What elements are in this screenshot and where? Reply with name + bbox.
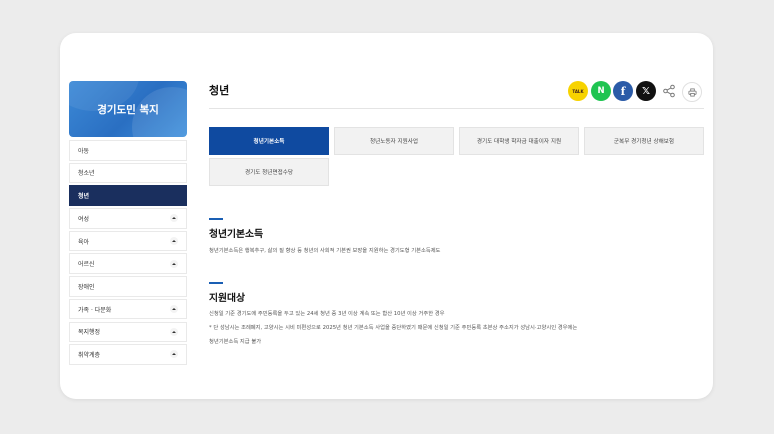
tab-military-insurance[interactable]: 군복무 경기청년 상해보험 [584, 127, 704, 155]
print-icon[interactable] [682, 82, 702, 102]
tab-youth-basic-income[interactable]: 청년기본소득 [209, 127, 329, 155]
section-text: * 단 성남시는 조례폐지, 고양시는 시비 미편성으로 2025년 청년 기본… [209, 325, 578, 331]
section-text: 청년기본소득은 행복추구, 삶의 질 향상 등 청년의 사회적 기본권 보장을 … [209, 248, 441, 254]
sidebar-item-label: 장애인 [78, 283, 95, 291]
share-icon[interactable] [659, 81, 679, 101]
section-accent-bar [209, 282, 223, 284]
sidebar-title: 경기도민 복지 [97, 103, 159, 116]
sidebar-item-family[interactable]: 가족 · 다문화 [69, 298, 187, 320]
section-text: 청년기본소득 지급 불가 [209, 339, 262, 345]
expand-up-icon[interactable] [170, 350, 178, 359]
naver-share-icon[interactable]: N [591, 81, 611, 101]
sidebar-item-label: 청소년 [78, 170, 95, 178]
sidebar-item-seniors[interactable]: 어르신 [69, 253, 187, 274]
sidebar-item-label: 청년 [78, 193, 90, 201]
sidebar-item-label: 여성 [78, 215, 90, 223]
section-title-eligibility: 지원대상 [209, 293, 246, 304]
sidebar-item-label: 가족 · 다문화 [78, 306, 112, 314]
expand-up-icon[interactable] [170, 259, 178, 268]
sidebar-item-child[interactable]: 아동 [69, 140, 187, 161]
sidebar-item-label: 육아 [78, 238, 90, 246]
sidebar-item-women[interactable]: 여성 [69, 208, 187, 229]
sidebar-item-label: 복지행정 [78, 329, 101, 337]
share-glyph [663, 84, 675, 98]
tab-youth-worker-support[interactable]: 청년노동자 지원사업 [334, 127, 454, 155]
sidebar-header: 경기도민 복지 [69, 81, 187, 137]
sidebar-item-welfare-admin[interactable]: 복지행정 [69, 321, 187, 342]
title-divider [209, 108, 704, 109]
sidebar-item-youth[interactable]: 청년 [69, 185, 187, 206]
sidebar-item-vulnerable[interactable]: 취약계층 [69, 344, 187, 365]
section-text: 신청일 기준 경기도에 주민등록을 두고 있는 24세 청년 중 3년 이상 계… [209, 311, 445, 317]
tab-interview-allowance[interactable]: 경기도 청년면접수당 [209, 158, 329, 186]
section-accent-bar [209, 218, 223, 220]
expand-up-icon[interactable] [170, 237, 178, 245]
expand-up-icon[interactable] [170, 305, 178, 314]
tab-student-loan-interest[interactable]: 경기도 대학생 학자금 대출이자 지원 [459, 127, 579, 155]
kakaotalk-share-icon[interactable]: TALK [568, 81, 588, 101]
sidebar-item-label: 취약계층 [78, 351, 101, 359]
printer-glyph [687, 87, 697, 97]
content-card: 경기도민 복지 아동 청소년 청년 여성 육아 어르신 장애인 가족 · 다문화… [60, 33, 713, 399]
sidebar-menu: 아동 청소년 청년 여성 육아 어르신 장애인 가족 · 다문화 복지행정 취약… [69, 140, 187, 367]
section-title-basic-income: 청년기본소득 [209, 229, 264, 240]
facebook-share-icon[interactable]: f [613, 81, 633, 101]
sidebar-item-label: 어르신 [78, 261, 95, 269]
expand-up-icon[interactable] [170, 327, 178, 336]
sidebar-item-disabled[interactable]: 장애인 [69, 276, 187, 297]
sidebar-item-childcare[interactable]: 육아 [69, 230, 187, 252]
sidebar-item-label: 아동 [78, 147, 90, 155]
sidebar-item-youth-teen[interactable]: 청소년 [69, 162, 187, 184]
expand-up-icon[interactable] [170, 214, 178, 223]
x-share-icon[interactable]: 𝕏 [636, 81, 656, 101]
page-title: 청년 [209, 84, 230, 97]
